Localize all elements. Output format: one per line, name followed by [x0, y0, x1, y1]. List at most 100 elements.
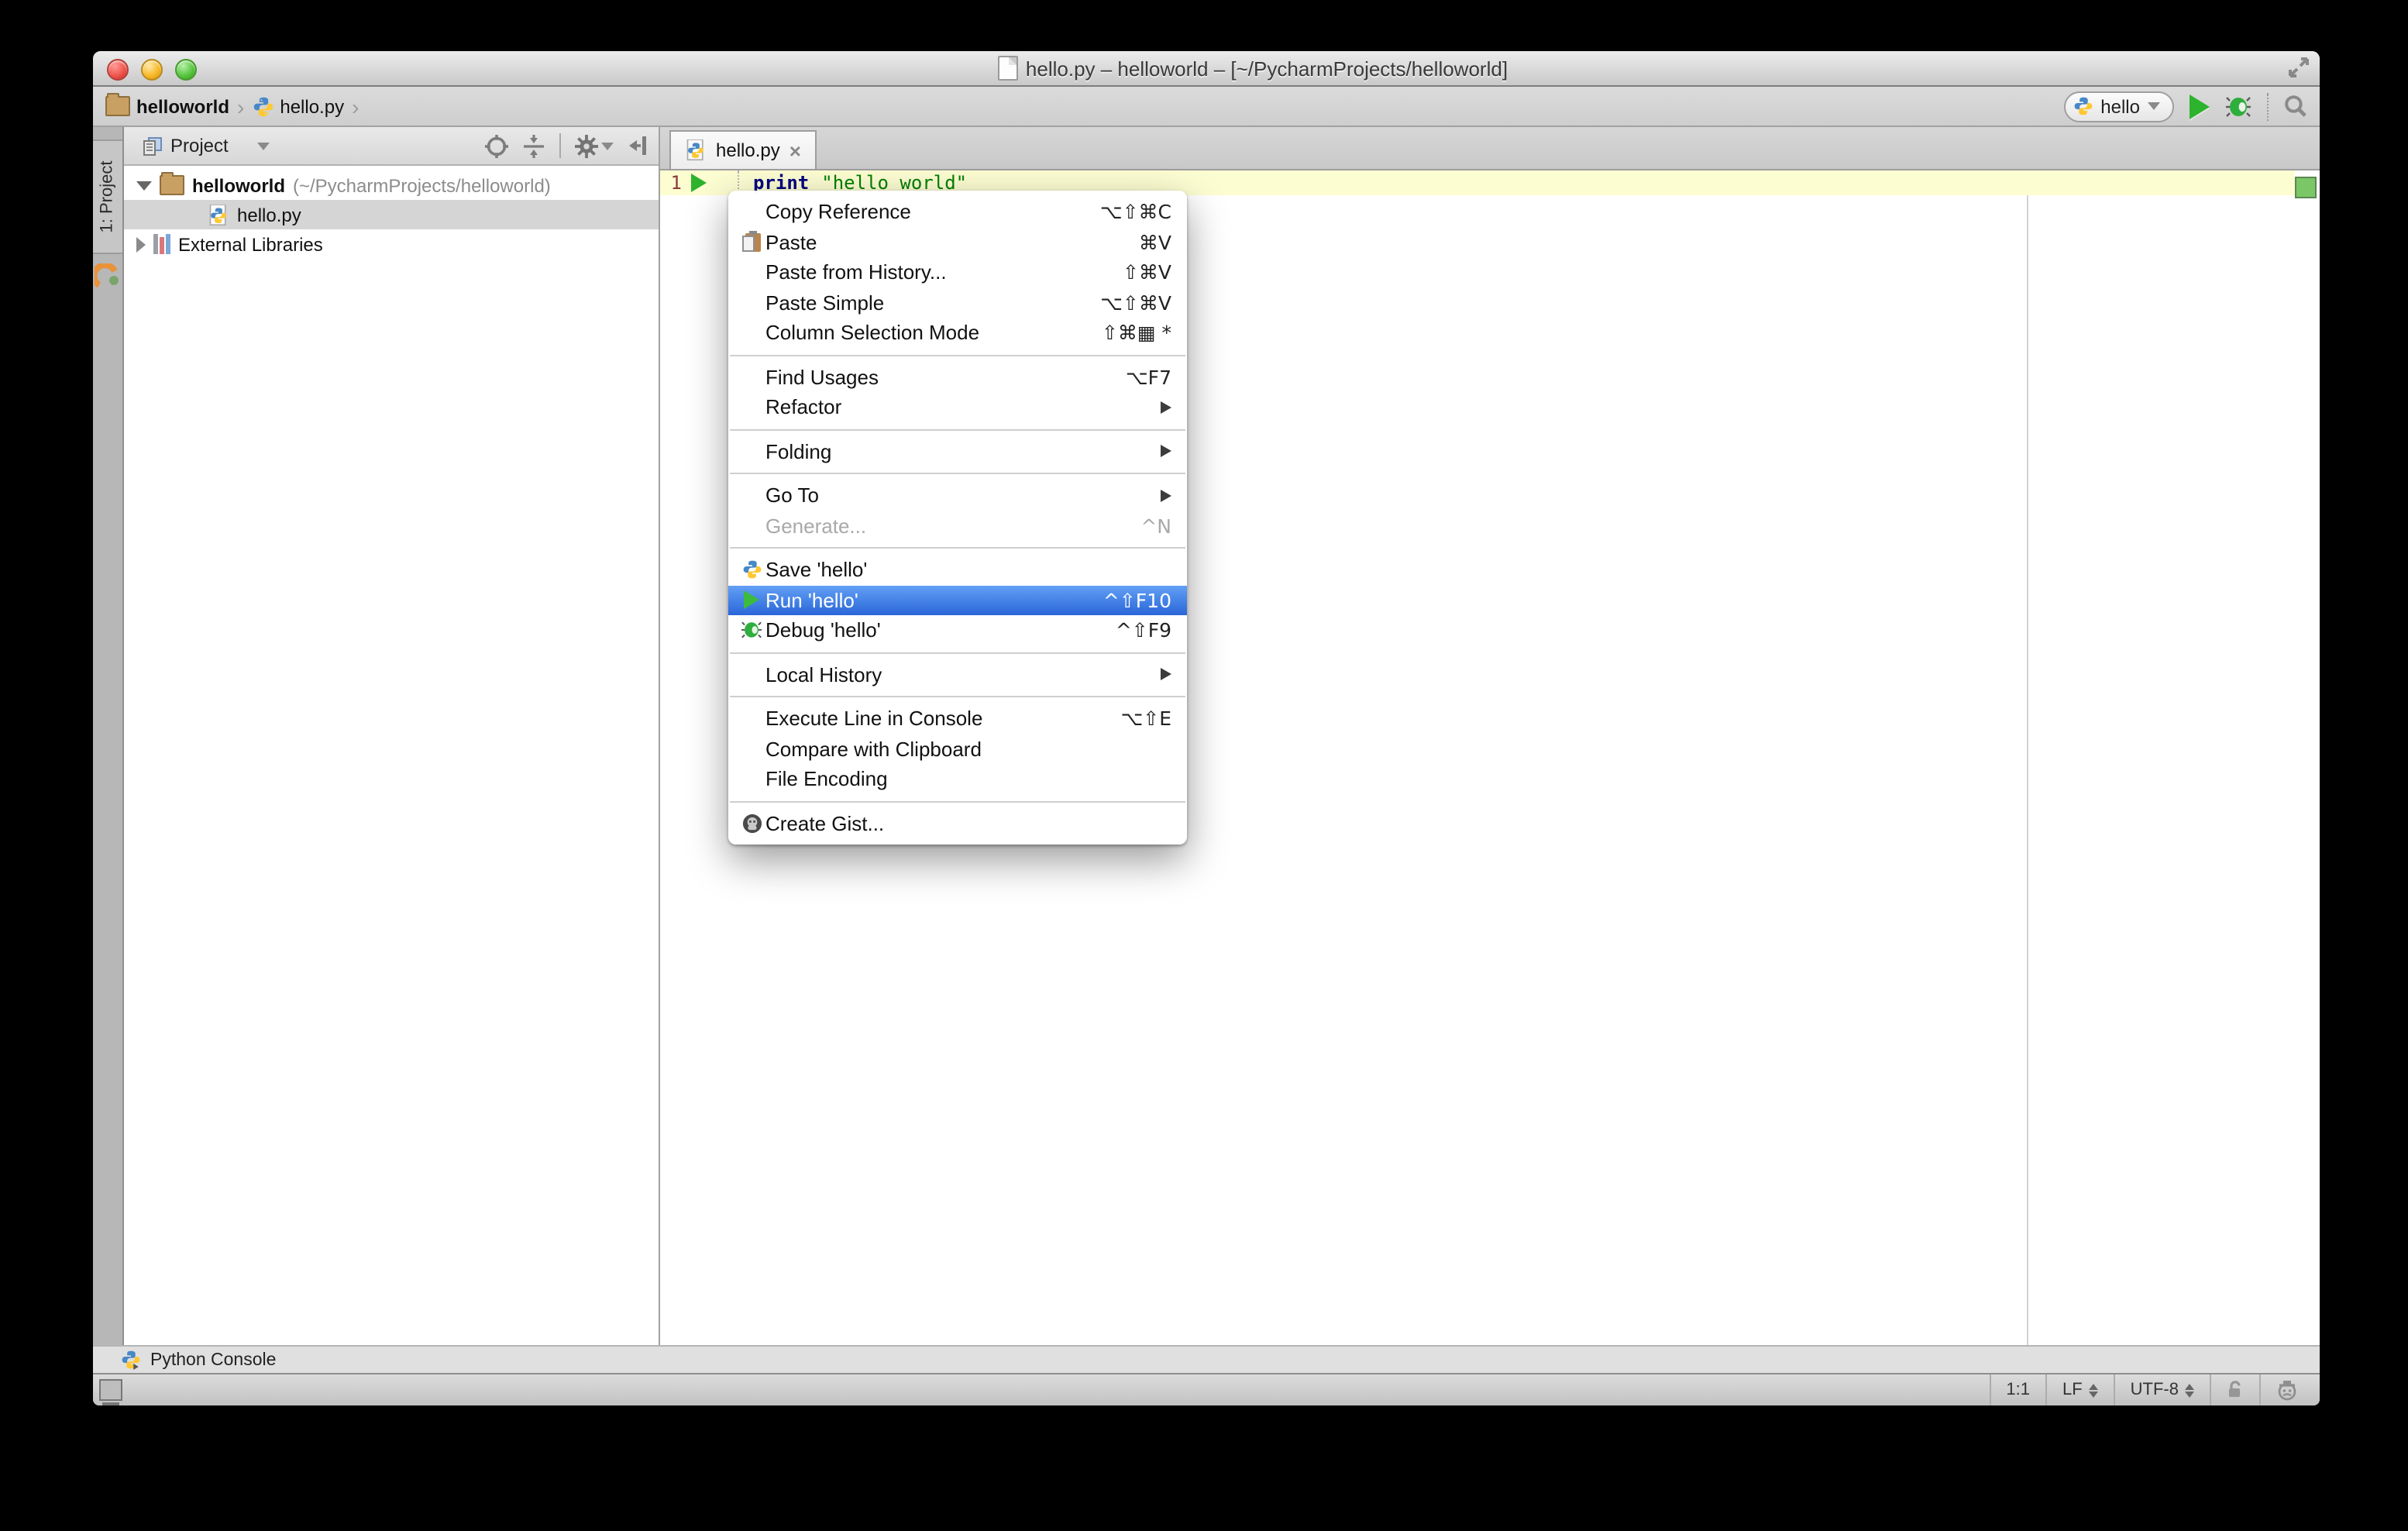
debug-button[interactable] [2225, 94, 2251, 119]
submenu-arrow-icon [1161, 401, 1171, 414]
chevron-down-icon [601, 142, 614, 150]
line-separator-widget[interactable]: LF [2045, 1374, 2114, 1405]
left-tool-strip: 1: Project [93, 127, 124, 1345]
breadcrumb: helloworld › hello.py › [105, 93, 360, 119]
menu-item-debug-hello[interactable]: Debug 'hello' ^⇧F9 [728, 615, 1187, 645]
breadcrumb-project[interactable]: helloworld [136, 95, 229, 117]
error-stripe-bar[interactable] [2295, 170, 2320, 1345]
project-panel-title: Project [170, 135, 229, 157]
main-area: 1: Project Project helloworld (~/Pycharm… [93, 127, 2320, 1345]
close-tab-icon[interactable]: × [789, 140, 801, 160]
editor-tab-bar: hello.py × [660, 127, 2320, 170]
menu-separator [730, 428, 1185, 430]
menu-item-generate: Generate... ^N [765, 514, 1171, 538]
submenu-arrow-icon [1161, 489, 1171, 502]
breadcrumb-file[interactable]: hello.py [280, 95, 344, 117]
run-controls: hello [2063, 91, 2307, 122]
paste-clipboard-icon [738, 231, 765, 253]
hide-panel-icon[interactable] [628, 135, 649, 157]
editor-context-menu: Copy Reference ⌥⇧⌘C Paste ⌘V Paste from Hi… [728, 191, 1187, 845]
folder-icon [105, 93, 130, 116]
debug-bug-icon [738, 621, 765, 641]
menu-item-local-history[interactable]: Local History [728, 659, 1187, 690]
tree-row-hello-py[interactable]: hello.py [124, 200, 659, 229]
menu-separator [730, 696, 1185, 697]
menu-item-find-usages[interactable]: Find Usages ⌥F7 [728, 362, 1187, 392]
right-margin-guide [2027, 170, 2028, 1345]
minimize-window-button[interactable] [141, 59, 163, 81]
zoom-window-button[interactable] [175, 59, 197, 81]
menu-item-save-hello[interactable]: Save 'hello' [728, 555, 1187, 585]
menu-item-paste-from-history[interactable]: Paste from History... ⇧⌘V [728, 257, 1187, 287]
run-gutter-icon[interactable] [691, 174, 707, 192]
python-file-icon [208, 204, 229, 225]
python-file-icon [685, 139, 707, 161]
menu-item-compare-with-clipboard[interactable]: Compare with Clipboard [728, 734, 1187, 764]
tree-row-external-libraries[interactable]: External Libraries [124, 229, 659, 259]
menu-item-paste[interactable]: Paste ⌘V [728, 227, 1187, 257]
status-bar-widgets: 1:1 LF UTF-8 [1989, 1374, 2320, 1405]
title-bar: hello.py – helloworld – [~/PycharmProjec… [93, 51, 2320, 87]
libraries-icon [153, 234, 170, 254]
menu-item-create-gist[interactable]: Create Gist... [728, 808, 1187, 838]
highlighting-level-widget[interactable] [2259, 1374, 2320, 1405]
menu-item-refactor[interactable]: Refactor [728, 392, 1187, 422]
search-icon[interactable] [2284, 95, 2307, 118]
menu-item-paste-simple[interactable]: Paste Simple ⌥⇧⌘V [728, 287, 1187, 318]
tree-row-root[interactable]: helloworld (~/PycharmProjects/helloworld… [124, 170, 659, 200]
screen: hello.py – helloworld – [~/PycharmProjec… [0, 0, 2408, 1531]
run-icon [738, 590, 765, 610]
run-button[interactable] [2190, 94, 2210, 119]
editor-gutter[interactable]: 1 [660, 170, 739, 195]
close-window-button[interactable] [107, 59, 129, 81]
python-console-icon [121, 1350, 141, 1370]
unlock-icon [2229, 1381, 2241, 1397]
toolbar-separator [2267, 92, 2269, 120]
readonly-lock-widget[interactable] [2210, 1374, 2259, 1405]
analysis-status-marker [2295, 177, 2317, 198]
menu-item-run-hello[interactable]: Run 'hello' ^⇧F10 [728, 585, 1187, 615]
navigation-toolbar: helloworld › hello.py › hello [93, 87, 2320, 127]
project-view-select[interactable]: Project [133, 132, 280, 160]
hector-inspector-icon [2278, 1380, 2296, 1400]
project-tree: helloworld (~/PycharmProjects/helloworld… [124, 166, 659, 1345]
menu-item-copy-reference[interactable]: Copy Reference ⌥⇧⌘C [728, 197, 1187, 227]
menu-item-folding[interactable]: Folding [728, 436, 1187, 466]
tab-hello-py[interactable]: hello.py × [669, 130, 817, 169]
project-tool-window: Project helloworld (~/PycharmProjects/he… [124, 127, 660, 1345]
folder-icon [160, 172, 184, 195]
submenu-arrow-icon [1161, 445, 1171, 458]
caret-position-widget[interactable]: 1:1 [1989, 1374, 2045, 1405]
menu-item-go-to[interactable]: Go To [728, 480, 1187, 511]
tab-label: hello.py [716, 139, 780, 161]
python-console-button[interactable]: Python Console [150, 1350, 276, 1369]
window-title-group: hello.py – helloworld – [~/PycharmProjec… [997, 56, 1508, 81]
collapsed-twisty-icon[interactable] [136, 236, 146, 252]
status-bar: 1:1 LF UTF-8 [93, 1374, 2320, 1405]
menu-separator [730, 473, 1185, 474]
updown-arrows-icon [2185, 1383, 2194, 1397]
fullscreen-icon[interactable] [2289, 57, 2309, 77]
menu-item-execute-line-in-console[interactable]: Execute Line in Console ⌥⇧E [728, 704, 1187, 734]
menu-separator [730, 547, 1185, 549]
locate-file-icon[interactable] [485, 134, 508, 157]
run-configuration-select[interactable]: hello [2063, 91, 2174, 122]
settings-gear-icon[interactable] [575, 134, 614, 157]
expanded-twisty-icon[interactable] [136, 181, 152, 190]
python-icon [2073, 96, 2093, 116]
menu-separator [730, 652, 1185, 653]
collapse-all-icon[interactable] [522, 134, 545, 157]
run-configuration-name: hello [2100, 95, 2140, 117]
toolbar-separator [559, 133, 561, 158]
menu-separator [730, 800, 1185, 802]
menu-separator [730, 354, 1185, 356]
traffic-lights [107, 59, 197, 81]
chevron-right-icon: › [352, 94, 359, 119]
tool-window-button-project[interactable]: 1: Project [93, 139, 122, 254]
python-icon [738, 560, 765, 580]
menu-item-column-selection-mode[interactable]: Column Selection Mode ⇧⌘▦ * [728, 318, 1187, 348]
encoding-widget[interactable]: UTF-8 [2113, 1374, 2210, 1405]
document-proxy-icon [997, 56, 1018, 81]
menu-item-file-encoding[interactable]: File Encoding [728, 764, 1187, 794]
tool-window-switcher-icon[interactable] [99, 1379, 122, 1405]
